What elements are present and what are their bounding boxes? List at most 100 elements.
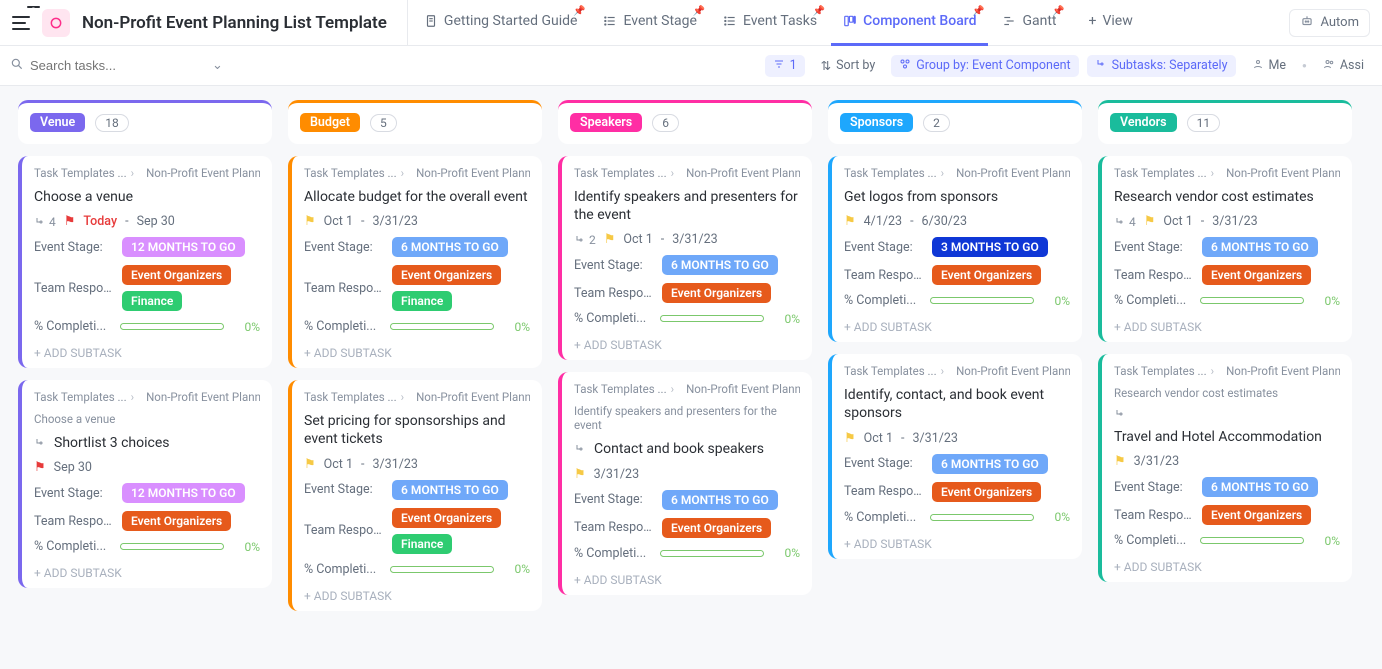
team-badge[interactable]: Event Organizers [392, 508, 501, 528]
progress-bar[interactable] [1200, 537, 1304, 544]
filter-chip[interactable]: 1 [765, 55, 805, 77]
column-header[interactable]: Sponsors 2 [828, 100, 1082, 144]
stage-badge[interactable]: 12 MONTHS TO GO [122, 237, 245, 257]
field-label: % Completi... [574, 311, 652, 326]
progress-bar[interactable] [1200, 297, 1304, 304]
list-icon [603, 14, 617, 28]
team-badge[interactable]: Event Organizers [662, 518, 771, 538]
add-subtask-button[interactable]: + ADD SUBTASK [844, 316, 1070, 336]
task-card[interactable]: Task Templates ...›Non-Profit Event Plan… [18, 156, 272, 368]
view-tab-getting-started-guide[interactable]: Getting Started Guide 📌 [412, 0, 590, 46]
groupby-chip[interactable]: Group by: Event Component [891, 55, 1078, 77]
add-subtask-button[interactable]: + ADD SUBTASK [844, 533, 1070, 553]
column-count: 18 [95, 114, 129, 132]
automations-button[interactable]: Autom [1289, 9, 1370, 37]
subtask-count[interactable]: 2 [574, 233, 596, 247]
add-subtask-button[interactable]: + ADD SUBTASK [1114, 316, 1340, 336]
add-subtask-button[interactable]: + ADD SUBTASK [34, 562, 260, 582]
team-badge[interactable]: Finance [392, 534, 452, 554]
me-filter[interactable]: Me [1244, 55, 1295, 77]
add-subtask-button[interactable]: + ADD SUBTASK [574, 569, 800, 589]
flag-icon[interactable]: ⚑ [844, 214, 856, 229]
progress-bar[interactable] [390, 566, 494, 573]
stage-badge[interactable]: 6 MONTHS TO GO [662, 255, 778, 275]
search-input[interactable] [30, 58, 206, 73]
subtasks-chip[interactable]: Subtasks: Separately [1087, 55, 1236, 77]
view-tab-event-tasks[interactable]: Event Tasks 📌 [711, 0, 829, 46]
field-event-stage: Event Stage: 6 MONTHS TO GO [844, 454, 1070, 474]
task-card[interactable]: Task Templates ...›Non-Profit Event Plan… [558, 372, 812, 594]
progress-bar[interactable] [930, 297, 1034, 304]
add-subtask-button[interactable]: + ADD SUBTASK [304, 585, 530, 605]
space-logo[interactable] [42, 9, 70, 37]
team-badge[interactable]: Event Organizers [662, 283, 771, 303]
assignee-filter[interactable]: Assi [1315, 55, 1372, 77]
stage-badge[interactable]: 6 MONTHS TO GO [392, 480, 508, 500]
task-card[interactable]: Task Templates ...›Non-Profit Event Plan… [828, 354, 1082, 558]
task-card[interactable]: Task Templates ...›Non-Profit Event Plan… [1098, 354, 1352, 582]
add-subtask-button[interactable]: + ADD SUBTASK [304, 342, 530, 362]
stage-badge[interactable]: 6 MONTHS TO GO [932, 454, 1048, 474]
board-icon [843, 14, 857, 28]
task-card[interactable]: Task Templates ...›Non-Profit Event Plan… [288, 380, 542, 610]
team-badge[interactable]: Finance [122, 291, 182, 311]
flag-icon[interactable]: ⚑ [844, 431, 856, 446]
progress-bar[interactable] [660, 315, 764, 322]
field-label: Event Stage: [1114, 480, 1192, 495]
stage-badge[interactable]: 12 MONTHS TO GO [122, 483, 245, 503]
add-view-button[interactable]: + View [1077, 0, 1145, 46]
team-badge[interactable]: Event Organizers [122, 265, 231, 285]
progress-bar[interactable] [660, 550, 764, 557]
stage-badge[interactable]: 6 MONTHS TO GO [1202, 477, 1318, 497]
progress-bar[interactable] [120, 323, 224, 330]
flag-icon[interactable]: ⚑ [304, 214, 316, 229]
stage-badge[interactable]: 3 MONTHS TO GO [932, 237, 1048, 257]
team-badge[interactable]: Event Organizers [1202, 265, 1311, 285]
flag-icon[interactable]: ⚑ [304, 457, 316, 472]
add-subtask-button[interactable]: + ADD SUBTASK [574, 334, 800, 354]
task-card[interactable]: Task Templates ...›Non-Profit Event Plan… [558, 156, 812, 360]
flag-icon[interactable]: ⚑ [34, 460, 46, 475]
flag-icon[interactable]: ⚑ [64, 214, 76, 229]
flag-icon[interactable]: ⚑ [1114, 454, 1126, 469]
date-end: 3/31/23 [1212, 214, 1257, 229]
stage-badge[interactable]: 6 MONTHS TO GO [1202, 237, 1318, 257]
search-wrap[interactable]: ⌄ [10, 57, 220, 75]
view-tab-event-stage[interactable]: Event Stage 📌 [591, 0, 708, 46]
column-header[interactable]: Venue 18 [18, 100, 272, 144]
flag-icon[interactable]: ⚑ [604, 232, 616, 247]
field-label: Team Respo... [34, 281, 112, 296]
menu-icon[interactable]: 3 [12, 12, 34, 34]
flag-icon[interactable]: ⚑ [574, 467, 586, 482]
progress-bar[interactable] [390, 323, 494, 330]
team-badge[interactable]: Event Organizers [932, 265, 1041, 285]
subtask-count[interactable]: 4 [1114, 215, 1136, 229]
add-subtask-button[interactable]: + ADD SUBTASK [34, 342, 260, 362]
stage-badge[interactable]: 6 MONTHS TO GO [662, 490, 778, 510]
task-card[interactable]: Task Templates ...›Non-Profit Event Plan… [1098, 156, 1352, 342]
chevron-down-icon[interactable]: ⌄ [212, 58, 223, 73]
doc-icon [424, 14, 438, 28]
team-badge[interactable]: Event Organizers [122, 511, 231, 531]
progress-bar[interactable] [930, 514, 1034, 521]
team-badge[interactable]: Event Organizers [392, 265, 501, 285]
subtask-count[interactable]: 4 [34, 215, 56, 229]
team-badge[interactable]: Event Organizers [1202, 505, 1311, 525]
view-tab-component-board[interactable]: Component Board 📌 [831, 0, 988, 46]
column-header[interactable]: Budget 5 [288, 100, 542, 144]
stage-badge[interactable]: 6 MONTHS TO GO [392, 237, 508, 257]
task-card[interactable]: Task Templates ...›Non-Profit Event Plan… [828, 156, 1082, 342]
date-row: 2⚑Oct 1-3/31/23 [574, 232, 800, 247]
team-badge[interactable]: Finance [392, 291, 452, 311]
column-header[interactable]: Vendors 11 [1098, 100, 1352, 144]
flag-icon[interactable]: ⚑ [1144, 214, 1156, 229]
column-header[interactable]: Speakers 6 [558, 100, 812, 144]
task-card[interactable]: Task Templates ...›Non-Profit Event Plan… [288, 156, 542, 368]
team-badge[interactable]: Event Organizers [932, 482, 1041, 502]
progress-bar[interactable] [120, 543, 224, 550]
sort-button[interactable]: ⇅ Sort by [813, 55, 884, 77]
task-card[interactable]: Task Templates ...›Non-Profit Event Plan… [18, 380, 272, 588]
sort-icon: ⇅ [821, 58, 831, 74]
view-tab-gantt[interactable]: Gantt 📌 [990, 0, 1068, 46]
add-subtask-button[interactable]: + ADD SUBTASK [1114, 556, 1340, 576]
